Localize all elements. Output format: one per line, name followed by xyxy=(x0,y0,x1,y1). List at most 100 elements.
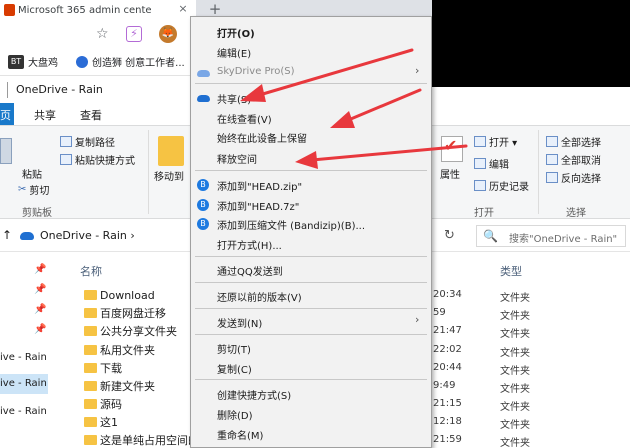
file-row[interactable]: 公共分享文件夹 xyxy=(84,322,204,340)
nav-item-onedrive[interactable]: ive - Rain xyxy=(0,406,47,417)
open-dropdown-label: 打开 ▾ xyxy=(489,138,518,149)
file-row[interactable]: 新建文件夹 xyxy=(84,377,204,395)
cut-button[interactable]: ✂ 剪切 xyxy=(18,182,49,197)
onedrive-cloud-icon xyxy=(20,232,34,240)
menu-item-add-to-archive[interactable]: 添加到压缩文件 (Bandizip)(B)... xyxy=(217,217,365,232)
cut-label: 剪切 xyxy=(29,186,50,197)
bookmark-chuangzaoshi[interactable]: 创造狮 创意工作者... xyxy=(76,54,185,69)
menu-item-rename[interactable]: 重命名(M) xyxy=(217,427,263,442)
paste-shortcut-button[interactable]: 粘贴快捷方式 xyxy=(60,152,135,167)
column-header-type[interactable]: 类型 xyxy=(500,263,522,279)
nav-item-onedrive[interactable]: ive - Rain xyxy=(0,352,47,363)
menu-item-create-shortcut[interactable]: 创建快捷方式(S) xyxy=(217,387,291,402)
extension-icon[interactable]: ⚡ xyxy=(126,26,142,42)
menu-item-view-online[interactable]: 在线查看(V) xyxy=(217,111,272,126)
paste-button[interactable]: 粘贴 xyxy=(22,166,42,181)
menu-item-free-up-space[interactable]: 释放空间 xyxy=(217,151,257,166)
bookmark-dapanji[interactable]: BT 大盘鸡 xyxy=(8,54,58,69)
modified-time: 12:18 xyxy=(433,416,462,427)
submenu-chevron-icon: › xyxy=(415,313,420,326)
skydrive-cloud-icon xyxy=(197,70,210,77)
copy-path-button[interactable]: 复制路径 xyxy=(60,134,115,149)
menu-item-open-with[interactable]: 打开方式(H)... xyxy=(217,237,282,252)
menu-separator xyxy=(195,308,427,309)
browser-tab[interactable]: Microsoft 365 admin cente × xyxy=(0,0,196,20)
file-type: 文件夹 xyxy=(500,348,530,359)
menu-item-skydrive-pro[interactable]: SkyDrive Pro(S) xyxy=(217,66,295,77)
tab-share[interactable]: 共享 xyxy=(34,107,56,123)
file-row[interactable]: Download xyxy=(84,286,204,304)
tab-view[interactable]: 查看 xyxy=(80,107,102,123)
extension-avatar-icon[interactable]: 🦊 xyxy=(159,25,177,43)
group-divider xyxy=(148,130,149,214)
file-type: 文件夹 xyxy=(500,402,530,413)
file-row[interactable]: 百度网盘迁移 xyxy=(84,304,204,322)
nav-item-onedrive-selected[interactable]: ive - Rain xyxy=(0,378,47,389)
menu-item-send-via-qq[interactable]: 通过QQ发送到 xyxy=(217,263,283,278)
menu-item-copy[interactable]: 复制(C) xyxy=(217,361,252,376)
file-row[interactable]: 这1 xyxy=(84,413,204,431)
star-icon[interactable]: ☆ xyxy=(96,26,109,42)
bookmark-favicon xyxy=(76,55,88,68)
folder-icon xyxy=(84,399,97,409)
select-none-button[interactable]: 全部取消 xyxy=(546,152,601,167)
edit-button[interactable]: 编辑 xyxy=(474,156,509,171)
invert-selection-button[interactable]: 反向选择 xyxy=(546,170,601,185)
pin-icon: 📌 xyxy=(34,284,47,295)
search-icon: 🔍 xyxy=(483,229,498,243)
menu-item-edit[interactable]: 编辑(E) xyxy=(217,45,251,60)
search-input[interactable]: 🔍 搜索"OneDrive - Rain" xyxy=(476,225,626,247)
file-name: 公共分享文件夹 xyxy=(100,325,177,338)
up-arrow-icon[interactable]: ↑ xyxy=(2,228,12,242)
file-row[interactable]: 下载 xyxy=(84,359,204,377)
title-divider xyxy=(7,82,8,98)
paste-icon xyxy=(0,138,12,164)
menu-item-open[interactable]: 打开(O) xyxy=(217,25,255,40)
menu-item-restore-previous-versions[interactable]: 还原以前的版本(V) xyxy=(217,289,302,304)
menu-item-add-to-zip[interactable]: 添加到"HEAD.zip" xyxy=(217,178,302,193)
file-type: 文件夹 xyxy=(500,420,530,431)
file-type: 文件夹 xyxy=(500,366,530,377)
properties-button[interactable]: 属性 xyxy=(440,166,460,181)
file-row[interactable]: 源码 xyxy=(84,395,204,413)
refresh-icon[interactable]: ↻ xyxy=(444,228,455,243)
close-tab-icon[interactable]: × xyxy=(176,2,190,16)
tab-file[interactable]: 页 xyxy=(0,103,14,125)
paste-shortcut-icon xyxy=(60,154,72,165)
menu-item-share[interactable]: 共享(S) xyxy=(217,91,251,106)
file-name: 这是单纯占用空间的 xyxy=(100,434,199,447)
menu-item-add-to-7z[interactable]: 添加到"HEAD.7z" xyxy=(217,198,299,213)
menu-item-send-to[interactable]: 发送到(N) xyxy=(217,315,262,330)
history-icon xyxy=(474,180,486,191)
menu-item-delete[interactable]: 删除(D) xyxy=(217,407,253,422)
file-row[interactable]: 这是单纯占用空间的 xyxy=(84,431,204,448)
file-name: 新建文件夹 xyxy=(100,380,155,393)
file-name: 私用文件夹 xyxy=(100,344,155,357)
column-header-name[interactable]: 名称 xyxy=(80,263,102,279)
move-to-button[interactable]: 移动到 xyxy=(154,168,184,183)
menu-item-always-keep-on-device[interactable]: 始终在此设备上保留 xyxy=(217,130,307,145)
history-button[interactable]: 历史记录 xyxy=(474,178,529,193)
menu-item-cut[interactable]: 剪切(T) xyxy=(217,341,251,356)
menu-separator xyxy=(195,256,427,257)
open-dropdown-button[interactable]: 打开 ▾ xyxy=(474,134,517,149)
file-type: 文件夹 xyxy=(500,311,530,322)
select-none-label: 全部取消 xyxy=(561,156,601,167)
select-none-icon xyxy=(546,154,558,165)
history-label: 历史记录 xyxy=(489,182,529,193)
select-group-label: 选择 xyxy=(566,208,586,219)
submenu-chevron-icon: › xyxy=(415,64,420,77)
folder-icon xyxy=(84,363,97,373)
breadcrumb[interactable]: OneDrive - Rain › xyxy=(40,229,135,242)
modified-time: 59 xyxy=(433,307,446,318)
navigation-pane: 📌 📌 📌 📌 ive - Rain ive - Rain ive - Rain xyxy=(0,252,52,448)
select-all-button[interactable]: 全部选择 xyxy=(546,134,601,149)
folder-icon xyxy=(84,345,97,355)
file-name: 下载 xyxy=(100,362,122,375)
modified-time: 20:34 xyxy=(433,289,462,300)
file-row[interactable]: 私用文件夹 xyxy=(84,341,204,359)
modified-time: 21:15 xyxy=(433,398,462,409)
menu-separator xyxy=(195,170,427,171)
modified-time: 21:47 xyxy=(433,325,462,336)
menu-separator xyxy=(195,282,427,283)
